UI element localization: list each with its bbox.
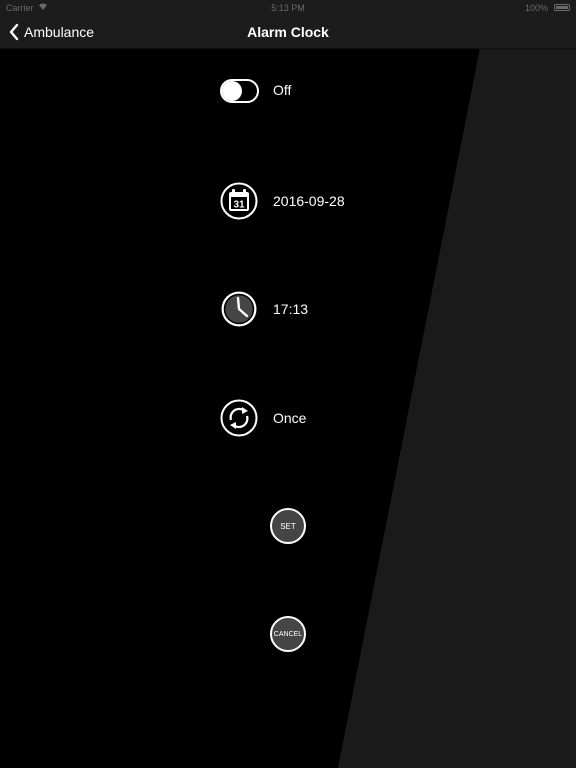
chevron-left-icon bbox=[9, 23, 19, 41]
alarm-date[interactable]: 2016-09-28 bbox=[273, 191, 345, 211]
set-button[interactable]: SET bbox=[270, 508, 306, 544]
alarm-time[interactable]: 17:13 bbox=[273, 299, 308, 319]
repeat-icon[interactable] bbox=[220, 399, 258, 437]
alarm-clock-screen: Carrier 5:13 PM 100% Ambulance Alarm Clo… bbox=[0, 0, 576, 768]
alarm-repeat[interactable]: Once bbox=[273, 408, 306, 428]
alarm-state-label: Off bbox=[273, 82, 292, 98]
clock-icon[interactable] bbox=[220, 290, 258, 328]
back-button[interactable]: Ambulance bbox=[8, 16, 94, 48]
status-time: 5:13 PM bbox=[271, 3, 305, 13]
toggle-knob bbox=[222, 81, 242, 101]
navigation-bar: Ambulance Alarm Clock bbox=[0, 16, 576, 49]
battery-percent: 100% bbox=[524, 3, 548, 13]
calendar-icon[interactable]: 31 bbox=[220, 182, 258, 220]
cancel-button[interactable]: CANCEL bbox=[270, 616, 306, 652]
battery-icon bbox=[554, 4, 570, 11]
back-button-label: Ambulance bbox=[24, 24, 95, 40]
alarm-toggle[interactable] bbox=[220, 79, 259, 103]
calendar-day: 31 bbox=[233, 200, 245, 211]
background-wedge bbox=[338, 48, 576, 768]
status-bar: Carrier 5:13 PM 100% bbox=[0, 0, 576, 16]
